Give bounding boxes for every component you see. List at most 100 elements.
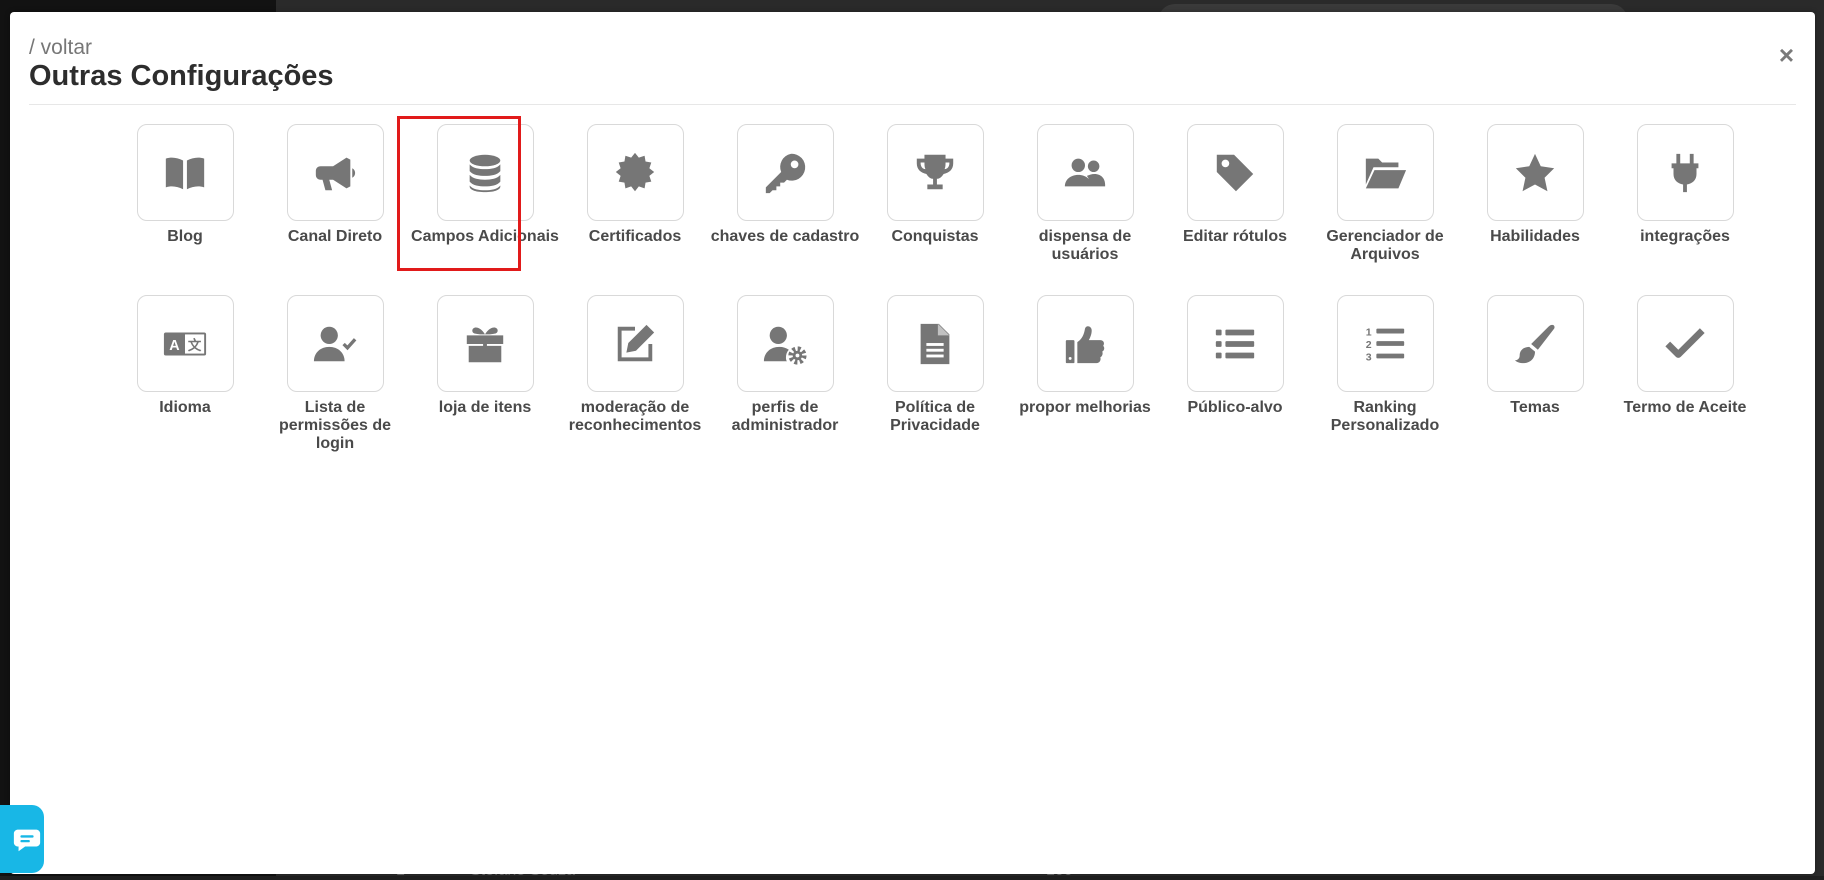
settings-item-label: integrações — [1640, 228, 1730, 245]
tile — [1636, 124, 1734, 221]
svg-text:2: 2 — [1366, 338, 1372, 350]
file-lines-icon — [920, 323, 950, 364]
settings-item-dispensa-de-usuarios[interactable]: dispensa de usuários — [1010, 124, 1160, 264]
tile — [1186, 295, 1284, 392]
settings-item-label: Ranking Personalizado — [1330, 399, 1440, 434]
settings-item-politica-de-privacidade[interactable]: Política de Privacidade — [860, 295, 1010, 435]
settings-item-label: Temas — [1510, 399, 1560, 416]
tile: 123 — [1336, 295, 1434, 392]
tile — [1336, 124, 1434, 221]
page-title: Outras Configurações — [29, 60, 334, 92]
back-link[interactable]: / voltar — [29, 36, 92, 60]
paintbrush-icon — [1514, 324, 1555, 363]
settings-item-label: Gerenciador de Arquivos — [1326, 228, 1444, 263]
list-ol-icon: 123 — [1366, 326, 1405, 363]
settings-item-label: Editar rótulos — [1182, 228, 1287, 245]
settings-item-label: Campos Adicionais — [411, 228, 559, 245]
book-icon — [165, 157, 205, 189]
settings-item-label: chaves de cadastro — [710, 228, 860, 245]
tile — [736, 124, 834, 221]
svg-text:1: 1 — [1366, 326, 1372, 338]
tile — [1636, 295, 1734, 392]
settings-modal: / voltar Outras Configurações × Blog Can… — [10, 12, 1815, 874]
settings-item-perfis-de-administrador[interactable]: perfis de administrador — [710, 295, 860, 435]
users-icon — [1064, 158, 1106, 186]
settings-item-label: loja de itens — [438, 399, 532, 416]
settings-item-label: Termo de Aceite — [1623, 399, 1747, 416]
settings-grid: Blog Canal Direto Campos Adicionais Cert… — [110, 116, 1746, 466]
list-icon — [1215, 329, 1255, 358]
settings-item-label: moderação de reconhecimentos — [568, 399, 702, 434]
database-icon — [469, 154, 501, 192]
settings-item-habilidades[interactable]: Habilidades — [1460, 124, 1610, 246]
tile — [136, 124, 234, 221]
tile — [1186, 124, 1284, 221]
settings-item-label: Lista de permissões de login — [278, 399, 392, 452]
edit-icon — [617, 324, 655, 361]
tile — [286, 124, 384, 221]
svg-text:文: 文 — [188, 336, 202, 353]
gift-icon — [466, 327, 504, 362]
tile — [586, 124, 684, 221]
tile — [886, 124, 984, 221]
certificate-icon — [615, 152, 655, 191]
settings-item-label: propor melhorias — [1019, 399, 1151, 416]
key-icon — [765, 153, 806, 193]
modal-header: / voltar Outras Configurações × — [29, 24, 1796, 105]
tile — [586, 295, 684, 392]
svg-text:A: A — [169, 337, 179, 353]
settings-item-propor-melhorias[interactable]: propor melhorias — [1010, 295, 1160, 417]
language-icon: A文 — [163, 332, 207, 355]
settings-item-loja-de-itens[interactable]: loja de itens — [410, 295, 560, 417]
settings-item-editar-rotulos[interactable]: Editar rótulos — [1160, 124, 1310, 246]
settings-item-label: Certificados — [588, 228, 682, 245]
check-icon — [1665, 327, 1705, 358]
plug-icon — [1671, 153, 1699, 192]
chat-icon — [13, 829, 41, 852]
tile — [736, 295, 834, 392]
user-gear-icon — [763, 326, 807, 365]
svg-text:3: 3 — [1366, 351, 1372, 363]
settings-item-temas[interactable]: Temas — [1460, 295, 1610, 417]
settings-item-label: Idioma — [159, 399, 211, 416]
settings-item-chaves-de-cadastro[interactable]: chaves de cadastro — [710, 124, 860, 246]
close-icon[interactable]: × — [1779, 42, 1794, 68]
folder-open-icon — [1365, 158, 1407, 188]
tile — [436, 295, 534, 392]
tile — [436, 124, 534, 221]
settings-item-ranking-personalizado[interactable]: 123 Ranking Personalizado — [1310, 295, 1460, 435]
settings-item-canal-direto[interactable]: Canal Direto — [260, 124, 410, 246]
settings-item-certificados[interactable]: Certificados — [560, 124, 710, 246]
settings-item-integracoes[interactable]: integrações — [1610, 124, 1760, 246]
settings-item-label: dispensa de usuários — [1038, 228, 1132, 263]
settings-item-campos-adicionais[interactable]: Campos Adicionais — [397, 116, 560, 271]
tag-icon — [1216, 154, 1254, 191]
settings-item-idioma[interactable]: A文 Idioma — [110, 295, 260, 417]
settings-item-moderacao-de-reconhecimentos[interactable]: moderação de reconhecimentos — [560, 295, 710, 435]
tile — [1036, 124, 1134, 221]
trophy-icon — [916, 154, 954, 189]
settings-item-blog[interactable]: Blog — [110, 124, 260, 246]
tile — [1486, 295, 1584, 392]
settings-item-label: perfis de administrador — [731, 399, 839, 434]
settings-item-conquistas[interactable]: Conquistas — [860, 124, 1010, 246]
settings-item-publico-alvo[interactable]: Público-alvo — [1160, 295, 1310, 417]
settings-item-label: Conquistas — [891, 228, 979, 245]
tile: A文 — [136, 295, 234, 392]
settings-item-label: Blog — [167, 228, 203, 245]
user-check-icon — [313, 326, 357, 361]
megaphone-icon — [315, 157, 356, 190]
tile — [1036, 295, 1134, 392]
thumbs-up-icon — [1065, 325, 1105, 363]
settings-item-label: Canal Direto — [287, 228, 383, 245]
chat-launcher-button[interactable] — [0, 805, 44, 873]
settings-item-label: Habilidades — [1490, 228, 1580, 245]
settings-item-label: Público-alvo — [1187, 399, 1283, 416]
settings-row-2: A文 Idioma Lista de permissões de login l… — [110, 295, 1746, 466]
settings-item-lista-de-permissoes-de-login[interactable]: Lista de permissões de login — [260, 295, 410, 453]
settings-item-label: Política de Privacidade — [890, 399, 980, 434]
settings-item-termo-de-aceite[interactable]: Termo de Aceite — [1610, 295, 1760, 417]
tile — [1486, 124, 1584, 221]
tile — [286, 295, 384, 392]
settings-item-gerenciador-de-arquivos[interactable]: Gerenciador de Arquivos — [1310, 124, 1460, 264]
